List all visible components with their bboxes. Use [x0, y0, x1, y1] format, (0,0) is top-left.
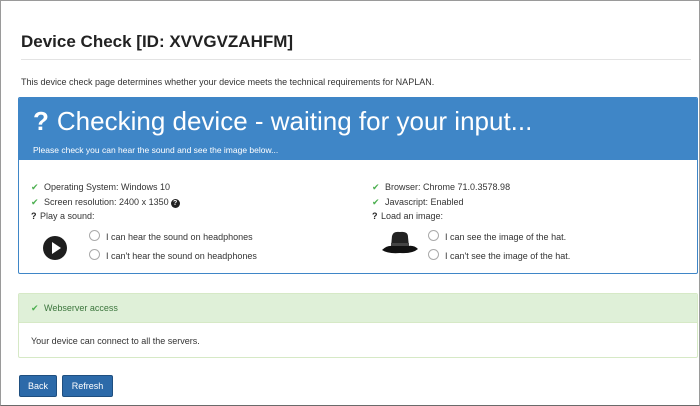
- device-check-panel: ? Checking device - waiting for your inpu…: [18, 97, 698, 274]
- radio-label: I can see the image of the hat.: [445, 232, 567, 242]
- check-icon: ✔: [31, 197, 39, 207]
- sound-option-no[interactable]: I can't hear the sound on headphones: [89, 249, 257, 261]
- webserver-body: Your device can connect to all the serve…: [31, 336, 200, 346]
- image-option-no[interactable]: I can't see the image of the hat.: [428, 249, 570, 261]
- check-operating-system: ✔ Operating System: Windows 10: [31, 182, 170, 193]
- check-label: Browser: Chrome 71.0.3578.98: [385, 182, 511, 192]
- image-prompt-label: Load an image:: [381, 211, 444, 221]
- check-icon: ✔: [31, 182, 39, 192]
- check-label: Operating System: Windows 10: [44, 182, 171, 192]
- sound-prompt-label: Play a sound:: [40, 211, 95, 221]
- check-icon: ✔: [372, 197, 380, 207]
- title-divider: [21, 59, 691, 60]
- intro-text: This device check page determines whethe…: [21, 77, 435, 87]
- webserver-panel-header: ✔ Webserver access: [19, 294, 697, 323]
- radio-button[interactable]: [428, 230, 439, 241]
- radio-label: I can hear the sound on headphones: [106, 232, 253, 242]
- page-title: Device Check [ID: XVVGVZAHFM]: [21, 32, 294, 51]
- radio-button[interactable]: [89, 230, 100, 241]
- question-mark-icon: ?: [31, 211, 37, 221]
- play-sound-button[interactable]: [43, 236, 67, 260]
- webserver-panel: ✔ Webserver access Your device can connec…: [18, 293, 698, 358]
- radio-button[interactable]: [89, 249, 100, 260]
- sound-prompt: ? Play a sound:: [31, 211, 95, 221]
- back-button[interactable]: Back: [19, 375, 57, 397]
- status-heading: ? Checking device - waiting for your inpu…: [33, 106, 532, 137]
- check-icon: ✔: [31, 303, 39, 313]
- image-prompt: ? Load an image:: [372, 211, 443, 221]
- refresh-button[interactable]: Refresh: [62, 375, 113, 397]
- radio-label: I can't hear the sound on headphones: [106, 251, 257, 261]
- webserver-heading: ✔ Webserver access: [31, 303, 118, 314]
- image-option-yes[interactable]: I can see the image of the hat.: [428, 230, 566, 242]
- status-subheading: Please check you can hear the sound and …: [33, 145, 279, 155]
- check-icon: ✔: [372, 182, 380, 192]
- check-browser: ✔ Browser: Chrome 71.0.3578.98: [372, 182, 510, 193]
- check-label: Javascript: Enabled: [385, 197, 464, 207]
- radio-button[interactable]: [428, 249, 439, 260]
- question-mark-icon: ?: [372, 211, 378, 221]
- check-javascript: ✔ Javascript: Enabled: [372, 197, 464, 208]
- hat-image: [382, 231, 418, 254]
- device-check-panel-header: ? Checking device - waiting for your inpu…: [19, 98, 697, 160]
- sound-option-yes[interactable]: I can hear the sound on headphones: [89, 230, 253, 242]
- webserver-heading-text: Webserver access: [44, 303, 118, 313]
- status-heading-text: Checking device - waiting for your input…: [56, 106, 533, 136]
- check-label: Screen resolution: 2400 x 1350: [44, 197, 169, 207]
- question-circle-icon[interactable]: ?: [170, 199, 180, 208]
- radio-label: I can't see the image of the hat.: [445, 251, 571, 261]
- check-screen-resolution: ✔ Screen resolution: 2400 x 1350?: [31, 197, 180, 208]
- question-mark-icon: ?: [33, 106, 49, 136]
- page-frame: Device Check [ID: XVVGVZAHFM] This devic…: [0, 0, 700, 406]
